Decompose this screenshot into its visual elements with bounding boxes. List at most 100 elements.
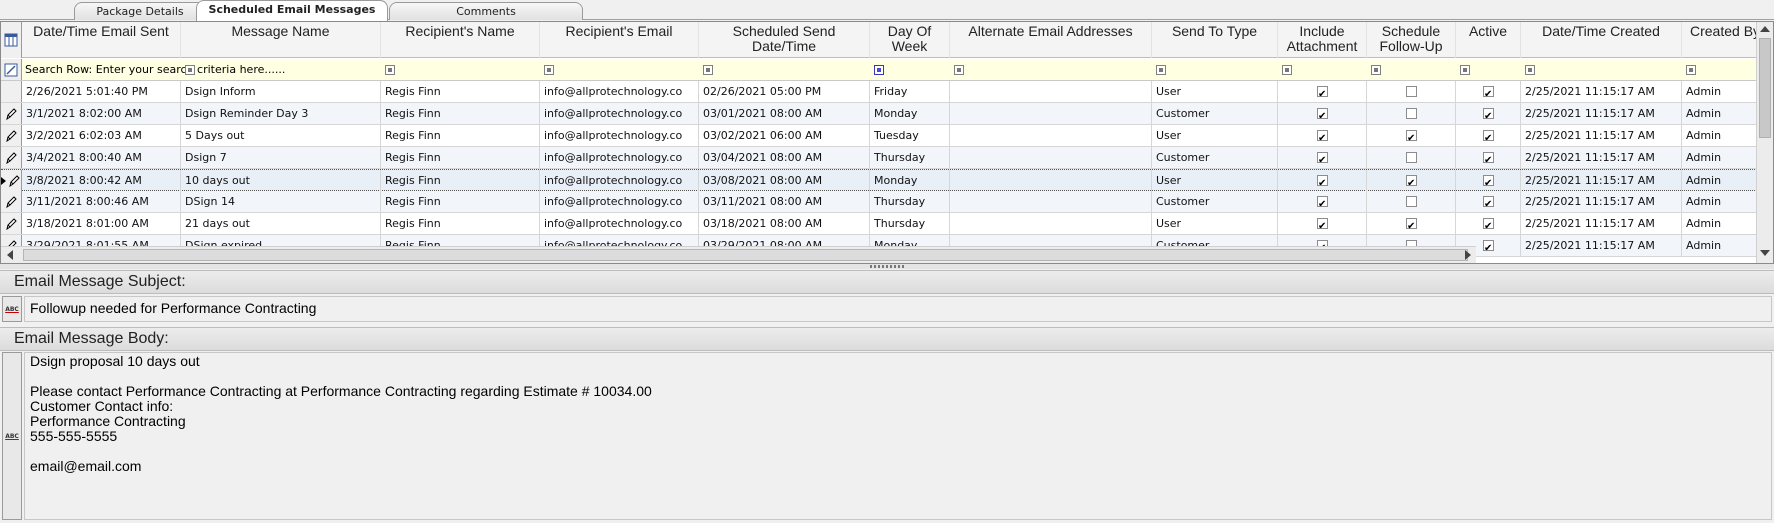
table-row[interactable]: 3/2/2021 6:02:03 AM 5 Days out Regis Finn i… bbox=[1, 125, 1757, 147]
cell-by[interactable]: Admin bbox=[1682, 81, 1757, 102]
filter-operator-icon[interactable] bbox=[385, 65, 395, 75]
cell-followup[interactable] bbox=[1367, 147, 1456, 168]
cell-email[interactable]: info@allprotechnology.co bbox=[540, 103, 699, 124]
active-checkbox[interactable] bbox=[1483, 128, 1494, 146]
pencil-icon[interactable] bbox=[1, 213, 22, 234]
filter-operator-icon[interactable] bbox=[703, 65, 713, 75]
subject-field[interactable]: Followup needed for Performance Contract… bbox=[24, 296, 1772, 322]
cell-created[interactable]: 2/25/2021 11:15:17 AM bbox=[1521, 147, 1682, 168]
cell-sent[interactable]: 3/4/2021 8:00:40 AM bbox=[22, 147, 181, 168]
active-checkbox[interactable] bbox=[1483, 238, 1494, 256]
row-selector[interactable] bbox=[1, 81, 22, 102]
cell-sent[interactable]: 3/8/2021 8:00:42 AM bbox=[22, 170, 181, 191]
cell-sent[interactable]: 3/11/2021 8:00:46 AM bbox=[22, 191, 181, 212]
cell-followup[interactable] bbox=[1367, 191, 1456, 212]
active-checkbox[interactable] bbox=[1483, 173, 1494, 191]
cell-name[interactable]: Dsign 7 bbox=[181, 147, 381, 168]
cell-attach[interactable] bbox=[1278, 103, 1367, 124]
filter-operator-icon[interactable] bbox=[1525, 65, 1535, 75]
attach-checkbox[interactable] bbox=[1317, 128, 1328, 146]
cell-attach[interactable] bbox=[1278, 147, 1367, 168]
cell-by[interactable]: Admin bbox=[1682, 213, 1757, 234]
column-header-date-time-created[interactable]: Date/Time Created bbox=[1521, 22, 1682, 58]
cell-day[interactable]: Thursday bbox=[870, 213, 950, 234]
cell-recipient[interactable]: Regis Finn bbox=[381, 81, 540, 102]
column-header-scheduled-send-date-time[interactable]: Scheduled Send Date/Time bbox=[699, 22, 870, 58]
table-row[interactable]: 3/11/2021 8:00:46 AM DSign 14 Regis Finn in… bbox=[1, 191, 1757, 213]
splitter-grip[interactable] bbox=[870, 265, 906, 268]
cell-attach[interactable] bbox=[1278, 125, 1367, 146]
cell-alt[interactable] bbox=[950, 147, 1152, 168]
cell-name[interactable]: Dsign Reminder Day 3 bbox=[181, 103, 381, 124]
cell-active[interactable] bbox=[1456, 213, 1521, 234]
horizontal-scroll-thumb[interactable] bbox=[23, 249, 1468, 261]
cell-email[interactable]: info@allprotechnology.co bbox=[540, 147, 699, 168]
followup-checkbox[interactable] bbox=[1406, 86, 1417, 97]
cell-type[interactable]: User bbox=[1152, 125, 1278, 146]
cell-by[interactable]: Admin bbox=[1682, 191, 1757, 212]
active-checkbox[interactable] bbox=[1483, 106, 1494, 124]
horizontal-scrollbar[interactable] bbox=[1, 246, 1476, 263]
filter-operator-icon[interactable] bbox=[1371, 65, 1381, 75]
cell-type[interactable]: User bbox=[1152, 81, 1278, 102]
filter-operator-icon[interactable] bbox=[954, 65, 964, 75]
cell-attach[interactable] bbox=[1278, 191, 1367, 212]
cell-active[interactable] bbox=[1456, 147, 1521, 168]
column-header-alternate-email-addresses[interactable]: Alternate Email Addresses bbox=[950, 22, 1152, 58]
cell-alt[interactable] bbox=[950, 103, 1152, 124]
cell-email[interactable]: info@allprotechnology.co bbox=[540, 213, 699, 234]
cell-day[interactable]: Friday bbox=[870, 81, 950, 102]
search-row[interactable]: Search Row: Enter your search criteria h… bbox=[1, 59, 1757, 81]
cell-day[interactable]: Thursday bbox=[870, 147, 950, 168]
active-checkbox[interactable] bbox=[1483, 216, 1494, 234]
cell-day[interactable]: Monday bbox=[870, 103, 950, 124]
followup-checkbox[interactable] bbox=[1406, 128, 1417, 146]
cell-name[interactable]: Dsign Inform bbox=[181, 81, 381, 102]
active-checkbox[interactable] bbox=[1483, 84, 1494, 102]
column-header-schedule-follow-up[interactable]: Schedule Follow-Up bbox=[1367, 22, 1456, 58]
spellcheck-abc-icon[interactable]: ABC bbox=[2, 296, 22, 322]
tab-package-details[interactable]: Package Details bbox=[74, 2, 206, 20]
column-header-date-time-email-sent[interactable]: Date/Time Email Sent bbox=[22, 22, 181, 58]
cell-attach[interactable] bbox=[1278, 170, 1367, 191]
active-checkbox[interactable] bbox=[1483, 194, 1494, 212]
followup-checkbox[interactable] bbox=[1406, 196, 1417, 207]
cell-attach[interactable] bbox=[1278, 81, 1367, 102]
table-row[interactable]: 3/8/2021 8:00:42 AM 10 days out Regis Finn… bbox=[1, 169, 1757, 191]
cell-scheduled[interactable]: 03/02/2021 06:00 AM bbox=[699, 125, 870, 146]
cell-followup[interactable] bbox=[1367, 103, 1456, 124]
cell-scheduled[interactable]: 03/04/2021 08:00 AM bbox=[699, 147, 870, 168]
cell-by[interactable]: Admin bbox=[1682, 125, 1757, 146]
cell-email[interactable]: info@allprotechnology.co bbox=[540, 191, 699, 212]
filter-operator-icon[interactable] bbox=[1460, 65, 1470, 75]
spellcheck-abc-icon[interactable]: ABC bbox=[2, 352, 22, 520]
followup-checkbox[interactable] bbox=[1406, 108, 1417, 119]
cell-scheduled[interactable]: 02/26/2021 05:00 PM bbox=[699, 81, 870, 102]
cell-sent[interactable]: 3/18/2021 8:01:00 AM bbox=[22, 213, 181, 234]
panel-splitter[interactable] bbox=[0, 264, 1774, 269]
cell-day[interactable]: Thursday bbox=[870, 191, 950, 212]
cell-recipient[interactable]: Regis Finn bbox=[381, 125, 540, 146]
followup-checkbox[interactable] bbox=[1406, 216, 1417, 234]
cell-email[interactable]: info@allprotechnology.co bbox=[540, 125, 699, 146]
attach-checkbox[interactable] bbox=[1317, 106, 1328, 124]
cell-name[interactable]: 10 days out bbox=[181, 170, 381, 191]
cell-email[interactable]: info@allprotechnology.co bbox=[540, 170, 699, 191]
vertical-scrollbar[interactable] bbox=[1756, 22, 1773, 263]
cell-by[interactable]: Admin bbox=[1682, 235, 1757, 256]
pencil-icon[interactable] bbox=[1, 125, 22, 146]
cell-by[interactable]: Admin bbox=[1682, 170, 1757, 191]
scroll-down-icon[interactable] bbox=[1760, 250, 1770, 256]
cell-type[interactable]: Customer bbox=[1152, 147, 1278, 168]
cell-type[interactable]: Customer bbox=[1152, 103, 1278, 124]
attach-checkbox[interactable] bbox=[1317, 173, 1328, 191]
cell-followup[interactable] bbox=[1367, 81, 1456, 102]
column-header-include-attachment[interactable]: Include Attachment bbox=[1278, 22, 1367, 58]
column-chooser-icon[interactable] bbox=[1, 22, 22, 58]
cell-scheduled[interactable]: 03/18/2021 08:00 AM bbox=[699, 213, 870, 234]
scroll-up-icon[interactable] bbox=[1760, 26, 1770, 32]
clear-filter-icon[interactable] bbox=[1, 59, 22, 80]
cell-created[interactable]: 2/25/2021 11:15:17 AM bbox=[1521, 191, 1682, 212]
filter-operator-icon[interactable] bbox=[1156, 65, 1166, 75]
attach-checkbox[interactable] bbox=[1317, 150, 1328, 168]
